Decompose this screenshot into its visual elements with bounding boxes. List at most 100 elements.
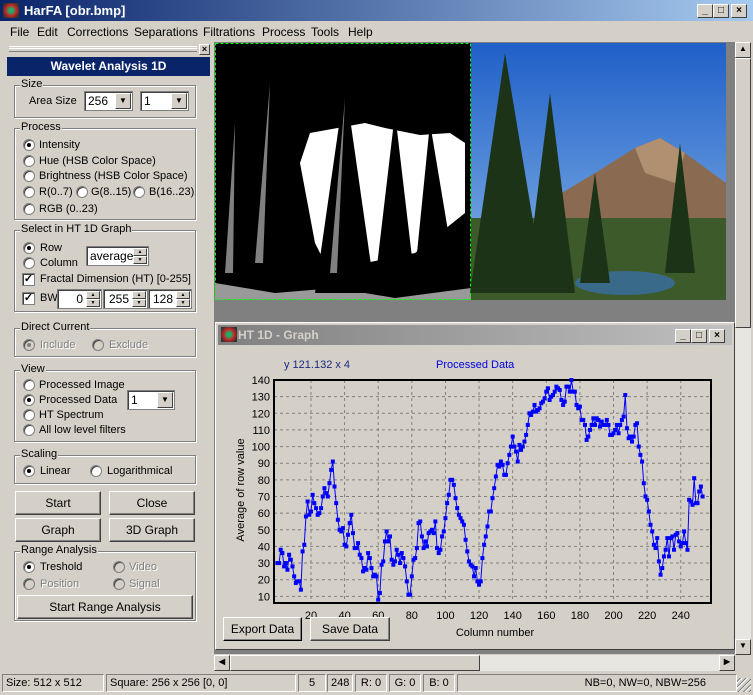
y-tick-label: 60: [258, 508, 270, 520]
data-point: [485, 524, 490, 529]
x-tick-label: 140: [503, 610, 521, 622]
status-b: B: 0: [423, 674, 455, 692]
data-point: [404, 579, 409, 584]
data-point: [618, 422, 623, 427]
data-point: [359, 556, 364, 561]
data-point: [482, 542, 487, 547]
resize-grip[interactable]: [737, 678, 751, 692]
data-point: [465, 549, 470, 554]
data-point: [616, 431, 621, 436]
y-tick-label: 130: [252, 392, 270, 404]
data-point: [692, 476, 697, 481]
data-point: [683, 541, 688, 546]
data-point: [298, 587, 303, 592]
data-point: [403, 564, 408, 569]
data-point: [319, 506, 324, 511]
data-point: [646, 509, 651, 514]
data-point: [510, 434, 515, 439]
data-point: [398, 561, 403, 566]
data-point: [604, 417, 609, 422]
export-data-button[interactable]: Export Data: [223, 617, 302, 641]
data-point: [672, 547, 677, 552]
data-point: [537, 406, 542, 411]
data-point: [606, 422, 611, 427]
data-point: [344, 544, 349, 549]
data-point: [557, 387, 562, 392]
data-point: [317, 511, 322, 516]
status-size: Size: 512 x 512: [2, 674, 104, 692]
x-tick-label: 120: [470, 610, 488, 622]
data-point: [443, 516, 448, 521]
save-data-button[interactable]: Save Data: [310, 617, 390, 641]
data-point: [302, 542, 307, 547]
data-point: [587, 427, 592, 432]
x-tick-label: 240: [672, 610, 690, 622]
data-point: [656, 559, 661, 564]
data-point: [455, 506, 460, 511]
y-tick-label: 10: [258, 591, 270, 603]
data-point: [381, 559, 386, 564]
status-value-1: 5: [298, 674, 326, 692]
data-point: [661, 554, 666, 559]
data-point: [349, 512, 354, 517]
data-point: [450, 477, 455, 482]
data-point: [414, 546, 419, 551]
data-point: [562, 399, 567, 404]
x-tick-label: 220: [638, 610, 656, 622]
data-point: [623, 392, 628, 397]
x-tick-label: 80: [406, 610, 418, 622]
data-point: [542, 396, 547, 401]
data-point: [500, 462, 505, 467]
data-point: [572, 389, 577, 394]
x-tick-label: 200: [604, 610, 622, 622]
data-point: [399, 551, 404, 556]
data-point: [641, 481, 646, 486]
data-point: [401, 556, 406, 561]
data-point: [507, 452, 512, 457]
data-point: [340, 526, 345, 531]
x-tick-label: 100: [436, 610, 454, 622]
status-nb: NB=0, NW=0, NBW=256: [457, 674, 737, 692]
data-point: [569, 378, 574, 382]
data-point: [330, 459, 335, 464]
data-point: [682, 529, 687, 534]
data-point: [345, 532, 350, 537]
data-point: [663, 547, 668, 552]
status-value-2: 248: [327, 674, 353, 692]
y-tick-label: 50: [258, 525, 270, 537]
data-point: [424, 544, 429, 549]
data-point: [445, 501, 450, 506]
data-point: [369, 566, 374, 571]
data-point: [308, 509, 313, 514]
data-point: [423, 539, 428, 544]
data-point: [408, 592, 413, 597]
data-point: [387, 534, 392, 539]
y-tick-label: 30: [258, 558, 270, 570]
y-tick-label: 70: [258, 491, 270, 503]
data-point: [514, 449, 519, 454]
y-axis-label: Average of row value: [235, 438, 247, 541]
data-point: [493, 474, 498, 479]
data-point: [419, 534, 424, 539]
data-point: [433, 519, 438, 524]
data-point: [648, 522, 653, 527]
data-point: [581, 417, 586, 422]
data-point: [393, 559, 398, 564]
data-point: [376, 597, 381, 602]
data-point: [577, 404, 582, 409]
data-point: [697, 489, 702, 494]
data-point: [685, 547, 690, 552]
status-r: R: 0: [355, 674, 387, 692]
data-point: [292, 574, 297, 579]
data-point: [512, 444, 517, 449]
data-point: [645, 497, 650, 502]
data-point: [329, 467, 334, 472]
data-point: [490, 496, 495, 501]
data-point: [472, 574, 477, 579]
data-point: [480, 556, 485, 561]
data-point: [287, 552, 292, 557]
status-square: Square: 256 x 256 [0, 0]: [106, 674, 296, 692]
data-point: [515, 459, 520, 464]
data-point: [545, 386, 550, 391]
data-point: [367, 556, 372, 561]
